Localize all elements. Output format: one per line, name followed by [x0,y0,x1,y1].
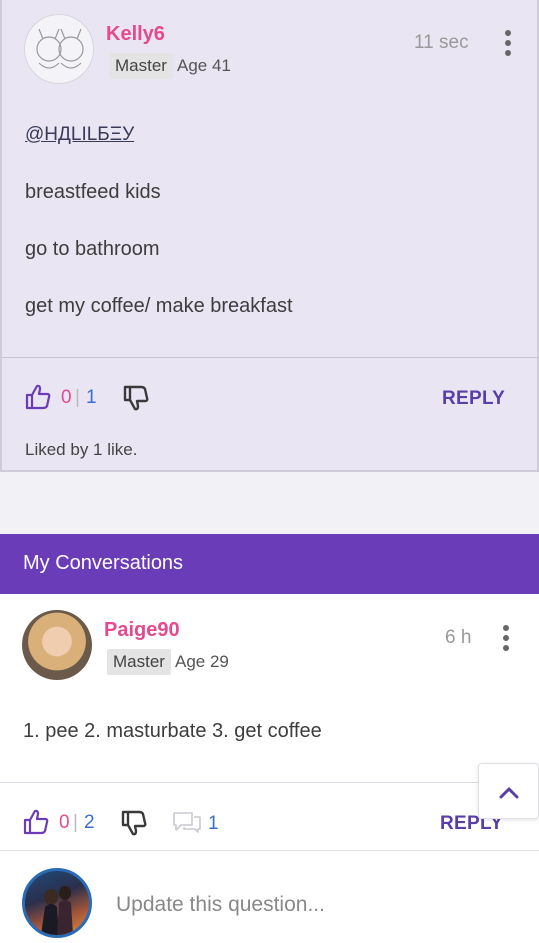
divider [2,357,539,358]
comment-icon[interactable] [172,810,202,834]
avatar-photo-icon [41,886,73,935]
more-options-icon[interactable] [499,625,513,653]
avatar-sketch-icon [36,28,84,69]
conversation-body: 1. pee 2. masturbate 3. get coffee [23,720,322,742]
post-card: Kelly6 Master Age 41 11 sec @НДLILБΞУ br… [0,0,539,472]
like-count: 0 [61,387,72,408]
chevron-up-icon [499,787,519,799]
page: Kelly6 Master Age 41 11 sec @НДLILБΞУ br… [0,0,539,943]
thumbs-down-icon[interactable] [120,809,148,837]
avatar[interactable] [24,14,94,84]
section-header: My Conversations [0,534,539,594]
thumbs-up-icon[interactable] [22,808,50,836]
more-options-icon[interactable] [501,30,515,58]
dislike-count: 1 [86,387,97,408]
thumbs-up-icon[interactable] [24,383,52,411]
post-line: breastfeed kids [25,181,161,203]
count-separator: | [73,812,78,833]
avatar[interactable] [22,868,92,938]
timestamp: 11 sec [414,32,469,53]
timestamp: 6 h [445,627,472,648]
update-question-input[interactable] [116,890,516,920]
count-separator: | [75,387,80,408]
reply-button[interactable]: REPLY [442,388,505,410]
like-count: 0 [59,812,70,833]
comment-count: 1 [208,813,219,834]
divider [0,782,539,783]
dislike-count: 2 [84,812,95,833]
thumbs-down-icon[interactable] [122,384,150,412]
username[interactable]: Paige90 [104,619,180,642]
age-label: Age 41 [177,56,231,75]
section-title: My Conversations [23,552,184,574]
scroll-to-top-button[interactable] [478,763,539,819]
post-line: get my coffee/ make breakfast [25,295,293,317]
divider [0,850,539,851]
rank-badge: Master [109,53,173,79]
age-label: Age 29 [175,652,229,671]
mention-link[interactable]: @НДLILБΞУ [25,124,134,146]
post-line: go to bathroom [25,238,160,260]
username[interactable]: Kelly6 [106,23,165,46]
liked-by-text[interactable]: Liked by 1 like. [25,440,137,460]
rank-badge: Master [107,649,171,675]
avatar[interactable] [22,610,92,680]
spacer [0,472,539,534]
